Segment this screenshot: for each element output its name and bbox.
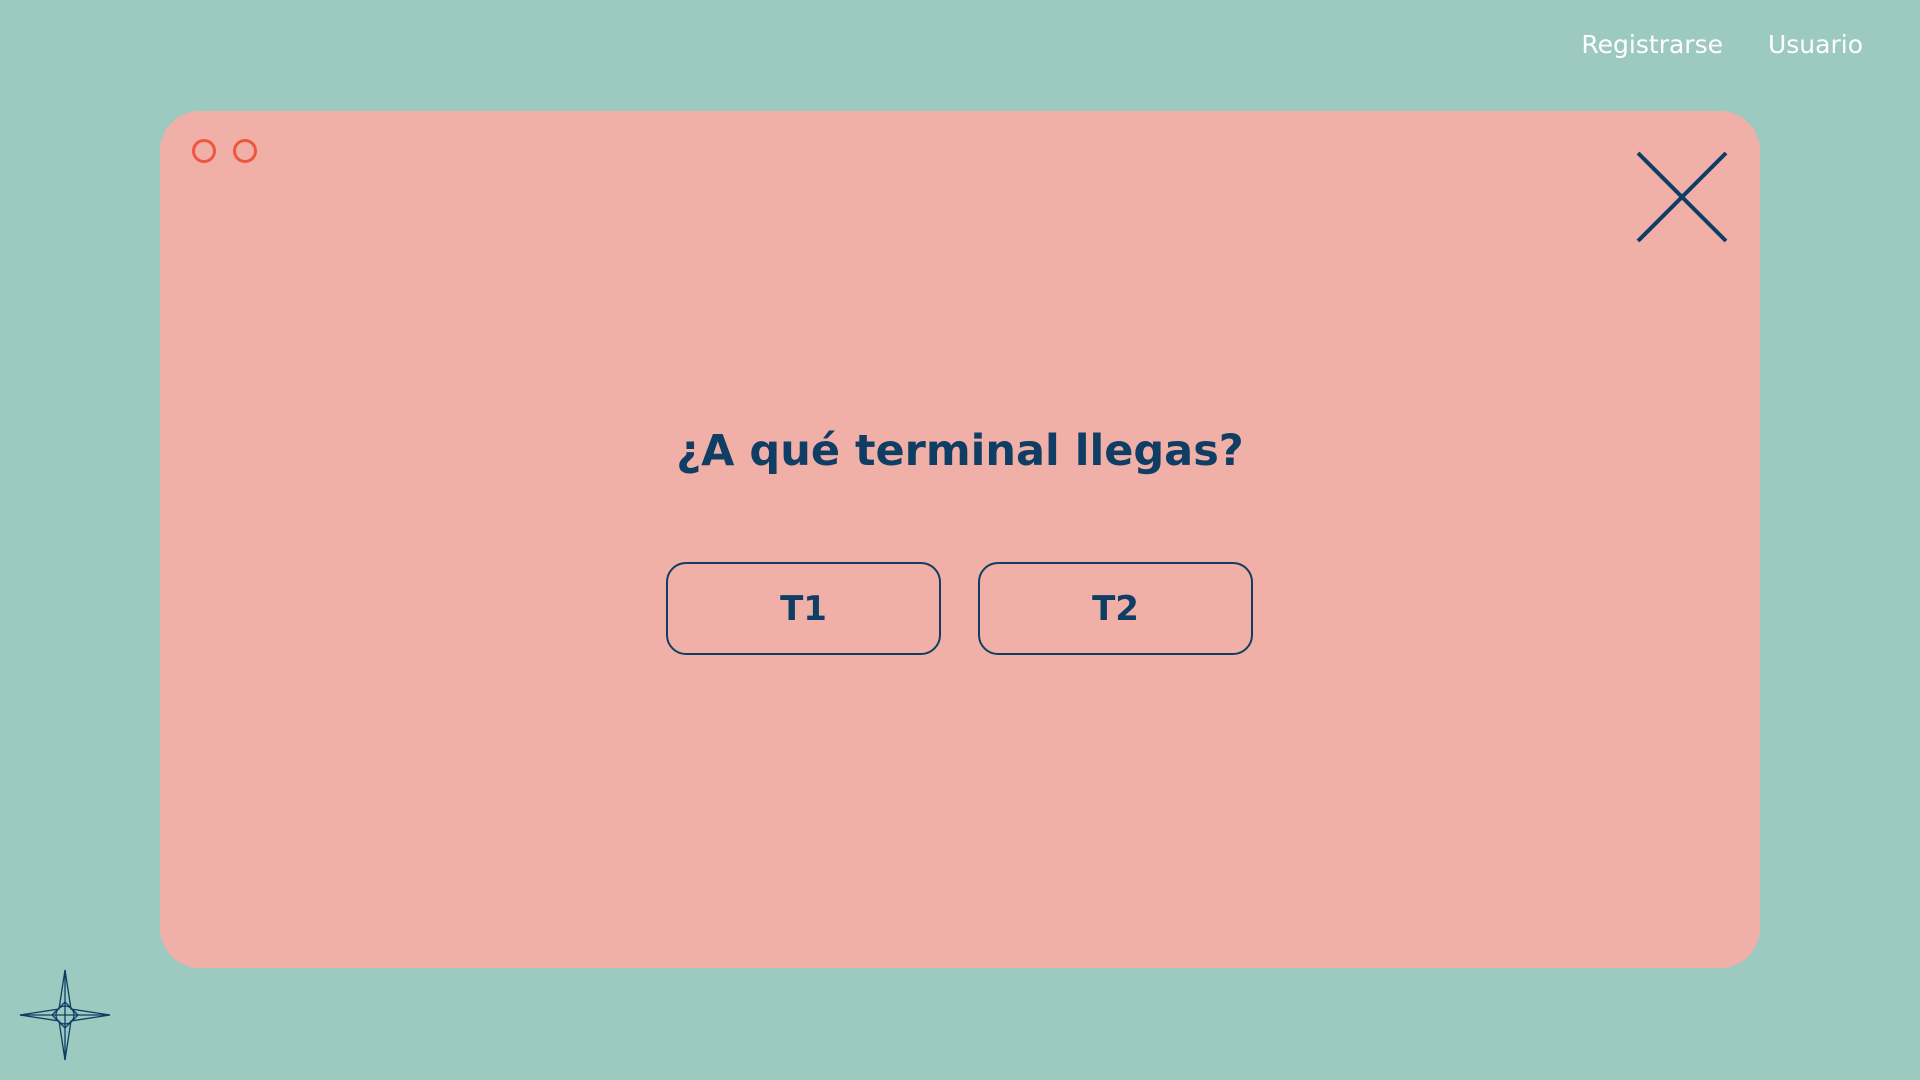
terminal-options: T1 T2: [666, 562, 1253, 655]
close-button[interactable]: [1636, 151, 1728, 243]
question-heading: ¿A qué terminal llegas?: [676, 426, 1244, 476]
close-icon: [1636, 151, 1728, 243]
compass-star-icon: [19, 969, 111, 1061]
window-dot-icon: [192, 139, 216, 163]
terminal-modal: ¿A qué terminal llegas? T1 T2: [160, 111, 1760, 968]
register-link[interactable]: Registrarse: [1581, 30, 1723, 59]
top-nav: Registrarse Usuario: [1581, 30, 1863, 59]
user-link[interactable]: Usuario: [1768, 30, 1863, 59]
window-dot-icon: [233, 139, 257, 163]
terminal-t2-button[interactable]: T2: [978, 562, 1253, 655]
terminal-t1-button[interactable]: T1: [666, 562, 941, 655]
